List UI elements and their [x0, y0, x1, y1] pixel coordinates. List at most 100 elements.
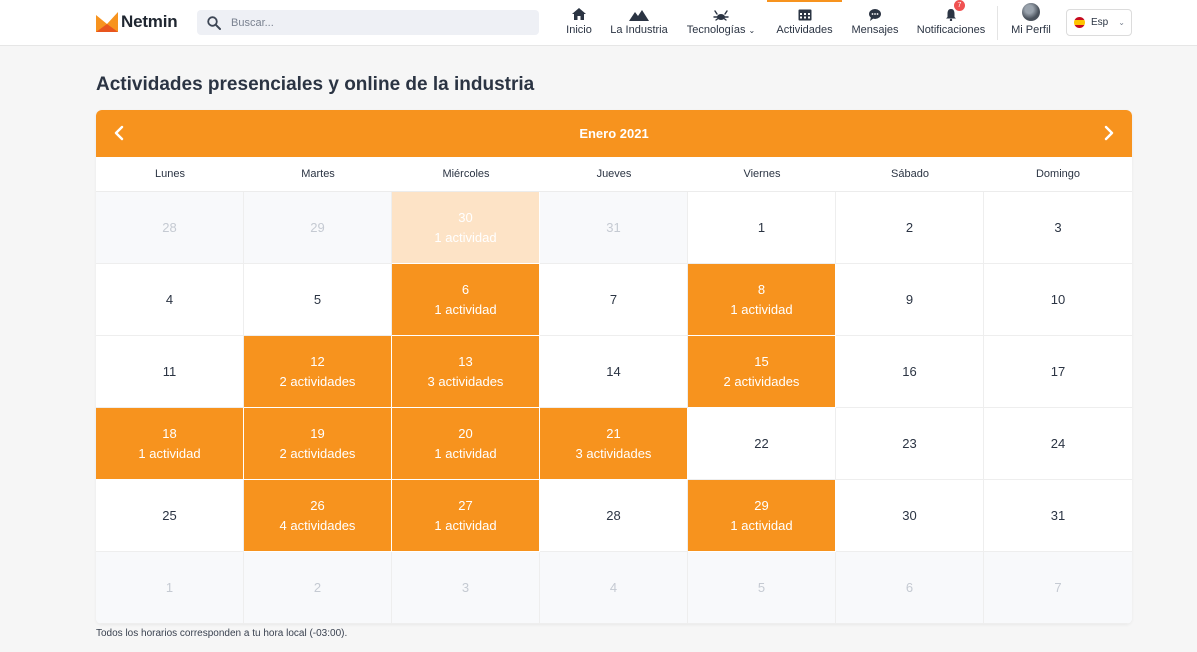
day-cell-with-activities[interactable]: 20 1 actividad [392, 408, 540, 480]
day-number: 30 [902, 508, 917, 523]
search-icon [207, 15, 221, 30]
day-cell: 22 [688, 408, 836, 480]
day-cell: 17 [984, 336, 1132, 408]
nav-actividades[interactable]: Actividades [767, 0, 842, 46]
weekday-label: Viernes [743, 168, 781, 180]
home-icon [571, 7, 587, 21]
chevron-left-icon[interactable] [110, 123, 130, 143]
nav-mi-perfil[interactable]: Mi Perfil [1008, 0, 1054, 46]
search-bar[interactable] [197, 10, 539, 35]
weekday-label: Domingo [1035, 168, 1081, 180]
day-cell: 5 [244, 264, 392, 336]
nav-label: Mensajes [851, 24, 899, 36]
day-number: 30 [458, 210, 473, 225]
chevron-down-icon: ⌄ [748, 26, 756, 35]
nav-mensajes[interactable]: Mensajes [849, 0, 901, 46]
top-navbar: Netmin Inicio La Industria Tecnologías ⌄ [0, 0, 1197, 46]
day-cell: 7 [984, 552, 1132, 624]
day-number: 29 [310, 220, 325, 235]
divider [997, 6, 998, 40]
day-cell: 16 [836, 336, 984, 408]
day-cell: 14 [540, 336, 688, 408]
day-cell-with-activities[interactable]: 29 1 actividad [688, 480, 836, 552]
weekday-label: Lunes [155, 168, 185, 180]
day-number: 5 [313, 292, 322, 307]
day-cell-with-activities[interactable]: 18 1 actividad [96, 408, 244, 480]
language-label: Esp [1091, 17, 1109, 28]
day-number: 26 [310, 498, 325, 513]
calendar-month-label: Enero 2021 [579, 126, 649, 141]
nav-label: Inicio [566, 24, 592, 36]
nav-label: Notificaciones [916, 24, 986, 36]
day-number: 25 [162, 508, 177, 523]
day-number: 14 [606, 364, 621, 379]
avatar-image [1022, 3, 1040, 21]
brand-name: Netmin [121, 12, 178, 31]
day-cell: 2 [836, 192, 984, 264]
day-number: 22 [754, 436, 769, 451]
day-cell-with-activities[interactable]: 15 2 actividades [688, 336, 836, 408]
nav-inicio[interactable]: Inicio [563, 0, 595, 46]
weekday-label: Sábado [891, 168, 929, 180]
brand-logo[interactable]: Netmin [96, 12, 178, 32]
activity-count: 3 actividades [427, 374, 504, 389]
mountain-icon [629, 7, 649, 21]
day-cell: 9 [836, 264, 984, 336]
nav-tecnologias[interactable]: Tecnologías ⌄ [684, 0, 758, 46]
day-cell-with-activities[interactable]: 6 1 actividad [392, 264, 540, 336]
day-number: 28 [162, 220, 177, 235]
day-number: 7 [609, 292, 618, 307]
day-cell: 6 [836, 552, 984, 624]
activity-count: 4 actividades [279, 518, 356, 533]
day-number: 29 [754, 498, 769, 513]
page-title: Actividades presenciales y online de la … [96, 74, 535, 95]
chevron-right-icon[interactable] [1098, 123, 1118, 143]
nav-la-industria[interactable]: La Industria [607, 0, 671, 46]
search-input[interactable] [231, 16, 521, 29]
day-cell: 24 [984, 408, 1132, 480]
activity-count: 1 actividad [434, 446, 497, 461]
day-number: 21 [606, 426, 621, 441]
day-number: 11 [162, 364, 177, 379]
day-number: 4 [165, 292, 174, 307]
activity-count: 2 actividades [723, 374, 800, 389]
chevron-down-icon: ⌄ [1118, 18, 1125, 27]
calendar-grid: 28 29 30 1 actividad 31 1 2 3 4 5 6 1 actividad 7 8 1 … [96, 192, 1132, 624]
day-cell-with-activities[interactable]: 19 2 actividades [244, 408, 392, 480]
day-cell: 7 [540, 264, 688, 336]
activity-count: 1 actividad [730, 302, 793, 317]
weekday-label: Martes [301, 168, 335, 180]
day-cell: 1 [688, 192, 836, 264]
day-cell-with-activities[interactable]: 26 4 actividades [244, 480, 392, 552]
nav-label: Actividades [776, 24, 833, 36]
weekday-row: Lunes Martes Miércoles Jueves Viernes Sábado D… [96, 157, 1132, 192]
calendar-icon [798, 7, 812, 21]
activity-count: 1 actividad [138, 446, 201, 461]
day-cell-with-activities[interactable]: 12 2 actividades [244, 336, 392, 408]
nav-notificaciones[interactable]: 7 Notificaciones [913, 0, 989, 46]
nav-label: La Industria [610, 24, 668, 36]
notification-badge: 7 [954, 0, 965, 11]
day-cell: 5 [688, 552, 836, 624]
language-selector[interactable]: Esp ⌄ [1066, 9, 1132, 36]
activity-count: 3 actividades [575, 446, 652, 461]
day-number: 2 [313, 580, 322, 595]
day-cell-with-activities[interactable]: 13 3 actividades [392, 336, 540, 408]
day-number: 10 [1050, 292, 1066, 307]
day-number: 12 [310, 354, 325, 369]
avatar [1022, 3, 1040, 21]
day-number: 31 [606, 220, 621, 235]
day-number: 3 [461, 580, 470, 595]
day-cell-with-activities[interactable]: 27 1 actividad [392, 480, 540, 552]
day-number: 24 [1050, 436, 1066, 451]
day-cell: 4 [96, 264, 244, 336]
day-cell-with-activities[interactable]: 30 1 actividad [392, 192, 540, 264]
bell-icon: 7 [945, 0, 965, 21]
day-cell-with-activities[interactable]: 8 1 actividad [688, 264, 836, 336]
weekday-label: Jueves [596, 168, 632, 180]
day-cell-with-activities[interactable]: 21 3 actividades [540, 408, 688, 480]
day-number: 19 [310, 426, 325, 441]
day-cell: 10 [984, 264, 1132, 336]
day-number: 28 [606, 508, 621, 523]
weekday-label: Miércoles [442, 168, 490, 180]
